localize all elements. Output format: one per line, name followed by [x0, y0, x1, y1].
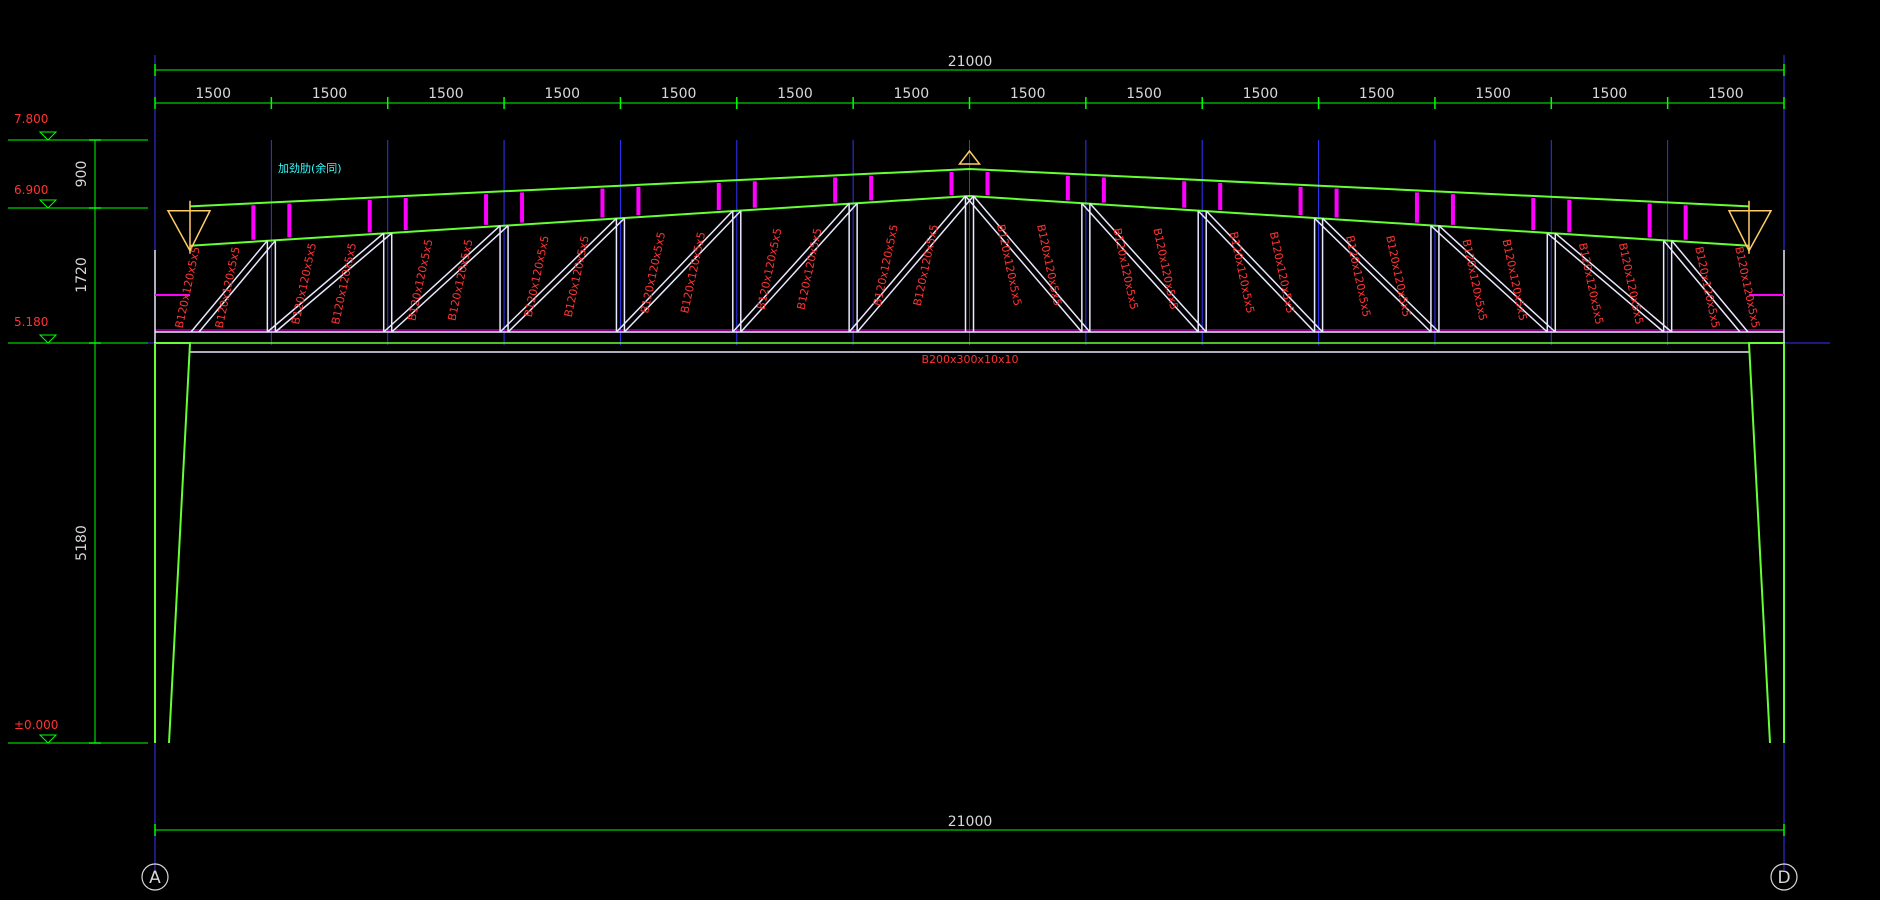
vertical-dim-5180: 5180 [74, 525, 90, 561]
drawing-background [0, 0, 1880, 900]
axis-label-d: D [1777, 868, 1790, 888]
stiffener-plate [1414, 192, 1419, 223]
stiffener-plate [1531, 197, 1536, 230]
overall-dimension-top: 21000 [948, 54, 993, 70]
stiffener-plate [251, 205, 256, 240]
stiffener-plate [403, 197, 408, 230]
bottom-chord-label: B200x300x10x10 [921, 353, 1018, 366]
stiffener-plate [520, 192, 525, 223]
bay-dimension-text: 1500 [1475, 86, 1511, 102]
stiffener-plate [752, 181, 757, 208]
bay-dimension-text: 1500 [1126, 86, 1162, 102]
stiffener-plate [484, 194, 489, 225]
elevation-5180: 5.180 [14, 315, 48, 329]
stiffener-plate [1334, 188, 1339, 218]
stiffener-plate [869, 175, 874, 201]
bay-dimension-text: 1500 [1359, 86, 1395, 102]
bay-dimension-text: 1500 [195, 86, 231, 102]
stiffener-plate [833, 177, 838, 203]
bay-dimension-text: 1500 [777, 86, 813, 102]
stiffener-plate [949, 171, 954, 196]
stiffener-plate [367, 199, 372, 233]
stiffener-plate [985, 171, 990, 196]
stiffener-plate [1683, 205, 1688, 240]
elevation-6900: 6.900 [14, 183, 48, 197]
stiffener-plate [600, 188, 605, 218]
vertical-dim-900: 900 [74, 161, 90, 188]
stiffener-plate [1450, 194, 1455, 225]
bay-dimension-text: 1500 [1243, 86, 1279, 102]
elevation-0000: ±0.000 [14, 718, 58, 732]
stiffener-plate [1298, 186, 1303, 216]
truss-elevation-drawing: B120x120x5x5 B120x120x5x5 B120x120x5x5 B120… [0, 0, 1880, 900]
axis-label-a: A [149, 868, 161, 888]
stiffener-plate [1065, 175, 1070, 201]
stiffener-plate [716, 183, 721, 211]
stiffener-plate [287, 203, 292, 238]
bay-dimension-text: 1500 [1010, 86, 1046, 102]
bay-dimension-text: 1500 [661, 86, 697, 102]
stiffener-plate [1647, 203, 1652, 238]
overall-dimension-bottom: 21000 [948, 814, 993, 830]
stiffener-plate [1218, 183, 1223, 211]
bay-dimension-text: 1500 [428, 86, 464, 102]
stiffener-plate [636, 186, 641, 216]
bay-dimension-text: 1500 [544, 86, 580, 102]
bay-dimension-text: 1500 [1708, 86, 1744, 102]
stiffener-plate [1567, 199, 1572, 233]
elevation-7800: 7.800 [14, 112, 48, 126]
stiffener-plate [1182, 181, 1187, 208]
bay-dimension-text: 1500 [1592, 86, 1628, 102]
vertical-dim-1720: 1720 [74, 257, 90, 293]
stiffener-plate [1101, 177, 1106, 203]
bay-dimension-text: 1500 [894, 86, 930, 102]
bay-dimension-text: 1500 [312, 86, 348, 102]
stiffener-note: 加劲肋(余同) [278, 161, 342, 175]
